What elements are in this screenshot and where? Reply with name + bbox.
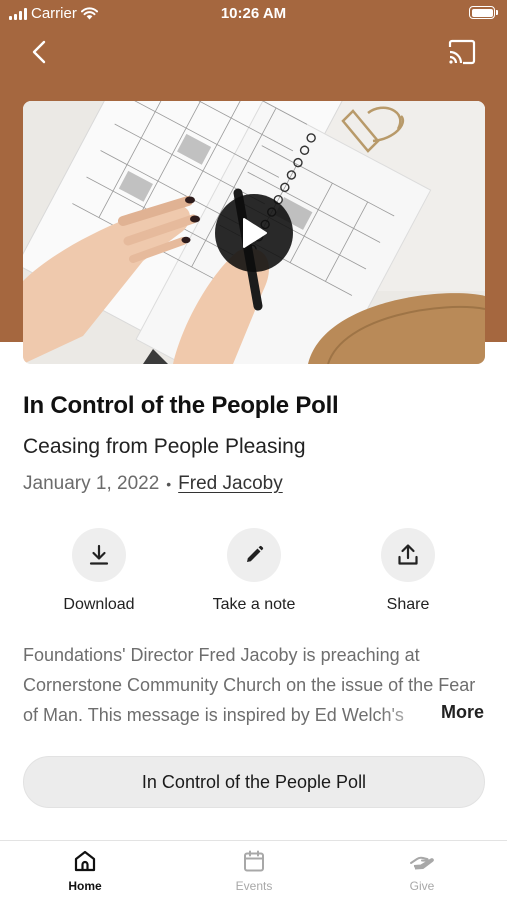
sermon-title: In Control of the People Poll [23, 392, 339, 419]
share-icon [398, 544, 418, 565]
share-button[interactable] [381, 528, 435, 582]
share-label: Share [386, 596, 430, 613]
video-thumbnail[interactable] [23, 101, 485, 364]
home-icon [74, 850, 96, 872]
status-bar: Carrier 10:26 AM [0, 0, 507, 30]
play-icon [243, 218, 267, 248]
take-note-button[interactable] [227, 528, 281, 582]
tab-bar: Home Events Give [0, 840, 507, 900]
tab-events[interactable]: Events [204, 849, 304, 893]
speaker-link[interactable]: Fred Jacoby [178, 473, 283, 495]
tab-give[interactable]: Give [372, 849, 472, 893]
give-icon [410, 856, 434, 870]
sermon-date: January 1, 2022 [23, 473, 160, 494]
description-fade [380, 700, 440, 730]
status-time: 10:26 AM [220, 5, 287, 22]
tab-events-label: Events [235, 879, 273, 893]
play-button[interactable] [215, 194, 293, 272]
sermon-subtitle: Ceasing from People Pleasing [23, 435, 306, 458]
pencil-icon [247, 545, 264, 562]
download-button[interactable] [72, 528, 126, 582]
chevron-left-icon [32, 40, 46, 64]
series-button[interactable]: In Control of the People Poll [23, 756, 485, 808]
tab-give-label: Give [409, 879, 435, 893]
download-icon [89, 544, 109, 565]
battery-icon [469, 6, 498, 19]
share-action[interactable]: Share [348, 528, 468, 614]
cast-icon [448, 39, 476, 65]
sermon-meta: January 1, 2022 • Fred Jacoby [23, 473, 283, 495]
download-label: Download [63, 596, 135, 613]
back-button[interactable] [26, 38, 54, 66]
take-note-action[interactable]: Take a note [194, 528, 314, 614]
more-link[interactable]: More [434, 702, 484, 723]
calendar-icon [244, 850, 264, 872]
download-action[interactable]: Download [39, 528, 159, 614]
cast-button[interactable] [447, 39, 477, 65]
take-note-label: Take a note [212, 596, 296, 613]
tab-home[interactable]: Home [35, 849, 135, 893]
tab-home-label: Home [68, 879, 102, 893]
meta-separator: • [166, 476, 172, 492]
